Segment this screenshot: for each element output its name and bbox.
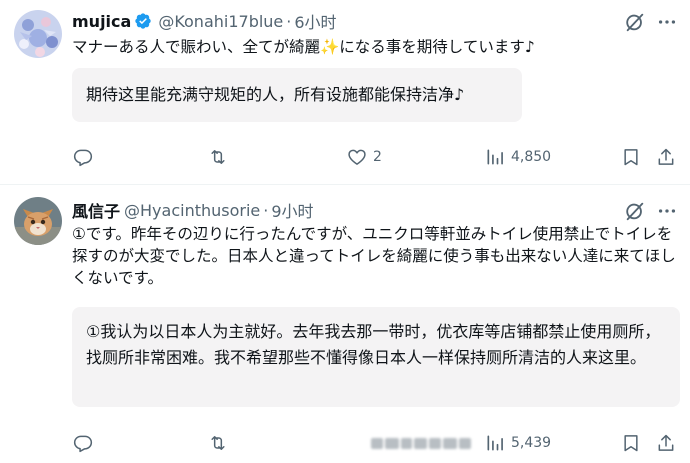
action-bar: 2 4,850	[72, 145, 680, 169]
timestamp[interactable]: 6小时	[294, 9, 336, 33]
bookmark-icon	[624, 435, 638, 452]
tweet-text: マナーある人で賑わい、全てが綺麗✨になる事を期待しています♪	[72, 38, 535, 56]
retweet-icon	[211, 150, 225, 164]
reply-button[interactable]	[73, 431, 93, 455]
tweet-2[interactable]: 風信子 @Hyacinthusorie · 9小时 ①です。昨年その辺りに行った…	[0, 184, 690, 463]
translation-box: 期待这里能充满守规矩的人，所有设施都能保持洁净♪	[72, 68, 522, 122]
like-count: 2	[373, 149, 382, 165]
verified-badge-icon	[134, 12, 152, 30]
action-bar: 5,439	[72, 431, 680, 455]
more-icon[interactable]	[656, 200, 678, 222]
views-icon	[487, 149, 503, 165]
bookmark-button[interactable]	[621, 145, 641, 169]
avatar-image	[14, 197, 62, 245]
bookmark-icon	[624, 149, 638, 166]
user-handle[interactable]: @Konahi17blue	[158, 12, 283, 31]
views-icon	[487, 435, 503, 451]
views-button[interactable]: 5,439	[485, 431, 551, 455]
avatar-mujica[interactable]	[14, 10, 62, 58]
share-button[interactable]	[656, 145, 676, 169]
separator-dot: ·	[263, 200, 269, 220]
translation-box: ①我认为以日本人为主就好。去年我去那一带时，优衣库等店铺都禁止使用厕所，找厕所非…	[72, 307, 680, 407]
display-name[interactable]: 風信子	[72, 198, 120, 222]
share-icon	[658, 148, 674, 165]
tweet-header: mujica @Konahi17blue · 6小时	[72, 9, 337, 33]
display-name[interactable]: mujica	[72, 12, 131, 31]
bookmark-button[interactable]	[621, 431, 641, 455]
views-button[interactable]: 4,850	[485, 145, 551, 169]
like-button[interactable]: 2	[347, 145, 382, 169]
separator-dot: ·	[286, 11, 292, 31]
tweet-header: 風信子 @Hyacinthusorie · 9小时	[72, 198, 314, 222]
grok-icon[interactable]	[624, 11, 646, 33]
retweet-button[interactable]	[208, 145, 228, 169]
views-count: 5,439	[511, 435, 552, 451]
grok-icon[interactable]	[624, 200, 646, 222]
timestamp[interactable]: 9小时	[271, 198, 313, 222]
retweet-button[interactable]	[208, 431, 228, 455]
blurred-watermark	[371, 438, 471, 449]
reply-button[interactable]	[73, 145, 93, 169]
user-handle[interactable]: @Hyacinthusorie	[124, 201, 260, 220]
share-icon	[658, 434, 674, 451]
views-count: 4,850	[511, 149, 552, 165]
reply-icon	[73, 435, 93, 453]
avatar-image	[14, 10, 62, 58]
more-icon[interactable]	[656, 11, 678, 33]
tweet-1[interactable]: mujica @Konahi17blue · 6小时 マナーある人で賑わい、全て…	[0, 0, 690, 184]
reply-icon	[73, 149, 93, 167]
tweet-text: ①です。昨年その辺りに行ったんですが、ユニクロ等軒並みトイレ使用禁止でトイレを探…	[72, 225, 676, 287]
avatar-hyacinthusorie[interactable]	[14, 197, 62, 245]
share-button[interactable]	[656, 431, 676, 455]
like-icon	[348, 149, 366, 165]
retweet-icon	[211, 436, 225, 450]
